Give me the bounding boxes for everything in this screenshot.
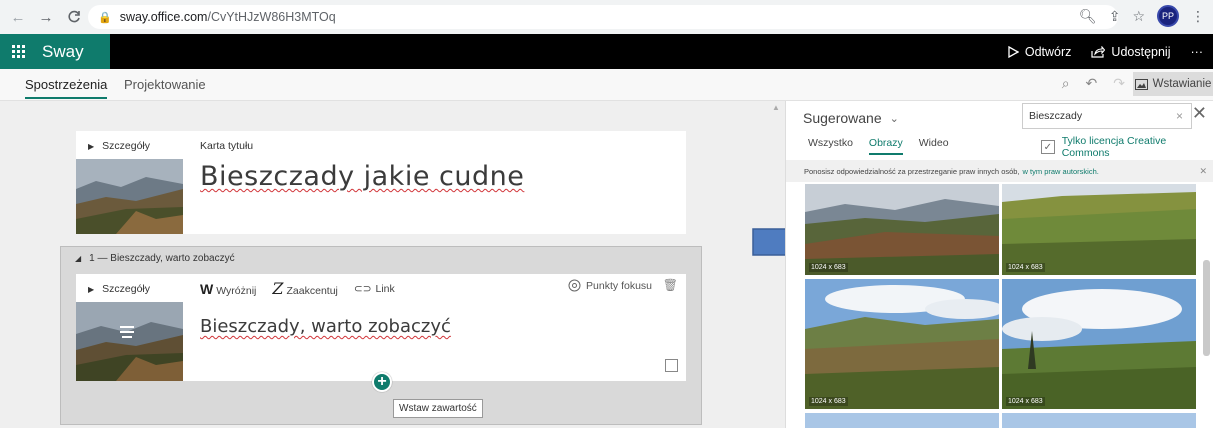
heading-card-title[interactable]: Bieszczady, warto zobaczyć xyxy=(200,316,451,337)
share-icon xyxy=(1091,45,1106,58)
tab-insights[interactable]: Spostrzeżenia xyxy=(25,77,108,99)
image-result[interactable]: 1024 x 683 xyxy=(1002,184,1196,275)
notice-text: Ponosisz odpowiedzialność za przestrzega… xyxy=(804,166,1020,176)
play-button[interactable]: Odtwórz xyxy=(1007,44,1072,59)
ribbon-tabs: Spostrzeżenia Projektowanie ⌕ ↶ ↷ Wstawi… xyxy=(0,69,1213,101)
search-value: Bieszczady xyxy=(1029,110,1083,122)
focus-points-icon xyxy=(568,279,581,292)
back-arrow-icon[interactable]: ← xyxy=(6,5,30,29)
details-label: Szczegóły xyxy=(102,140,151,152)
title-card-thumbnail[interactable] xyxy=(76,159,183,234)
copyright-link[interactable]: w tym praw autorskich. xyxy=(1023,167,1099,176)
image-size-label: 1024 x 683 xyxy=(1006,263,1045,272)
filter-video[interactable]: Wideo xyxy=(919,137,949,155)
image-result[interactable]: 1024 x 683 xyxy=(1002,279,1196,409)
insert-panel: Sugerowane ⌄ Bieszczady × ✕ Wszystko Obr… xyxy=(785,101,1213,428)
image-size-label: 1024 x 683 xyxy=(809,397,848,406)
checkmark-icon: ✓ xyxy=(1041,140,1055,154)
image-size-label: 1024 x 683 xyxy=(1006,397,1045,406)
app-launcher-icon[interactable] xyxy=(0,34,36,69)
link-icon: ⊂⊃ xyxy=(353,282,372,295)
text-format-toolbar: W Wyróżnij Z Zaakcentuj ⊂⊃ Link xyxy=(200,279,395,298)
expand-triangle-icon: ▶ xyxy=(88,284,95,294)
tab-design[interactable]: Projektowanie xyxy=(124,77,206,92)
heading-card-thumbnail[interactable] xyxy=(76,302,183,381)
play-icon xyxy=(1008,45,1019,58)
title-card-details-toggle[interactable]: ▶ Szczegóły xyxy=(76,131,686,152)
cc-label: Tylko licencja Creative Commons xyxy=(1061,135,1167,159)
media-filter-tabs: Wszystko Obrazy Wideo xyxy=(808,137,949,155)
image-result[interactable]: 1024 x 683 xyxy=(805,184,999,275)
insert-content-tooltip: Wstaw zawartość xyxy=(393,399,483,418)
forward-arrow-icon[interactable]: → xyxy=(34,5,58,29)
expand-triangle-icon: ▶ xyxy=(88,141,95,151)
section-label: 1 — Bieszczady, warto zobaczyć xyxy=(89,253,235,264)
title-card[interactable]: ▶ Szczegóły Karta tytułu Bieszczady jaki… xyxy=(76,131,686,234)
search-icon[interactable]: ⌕ xyxy=(1062,75,1070,92)
accent-button[interactable]: Z Zaakcentuj xyxy=(272,279,338,298)
play-label: Odtwórz xyxy=(1024,44,1072,59)
panel-scrollbar[interactable] xyxy=(1203,260,1210,356)
image-result[interactable] xyxy=(1002,413,1196,428)
focus-points-button[interactable]: Punkty fokusu xyxy=(568,279,652,292)
heading-card[interactable]: ▶ Szczegóły W Wyróżnij Z Zaakcentuj ⊂⊃ Link… xyxy=(76,274,686,381)
app-header: Sway Odtwórz Udostępnij ··· xyxy=(0,34,1213,69)
star-icon[interactable]: ☆ xyxy=(1132,8,1145,25)
lock-icon: 🔒 xyxy=(98,11,112,24)
share-button[interactable]: Udostępnij xyxy=(1091,44,1171,59)
insert-button[interactable]: Wstawianie xyxy=(1133,72,1213,96)
suggested-dropdown[interactable]: Sugerowane ⌄ xyxy=(803,110,899,126)
insert-label: Wstawianie xyxy=(1152,78,1212,90)
clear-search-icon[interactable]: × xyxy=(1176,109,1183,123)
link-button[interactable]: ⊂⊃ Link xyxy=(354,283,395,295)
sway-title[interactable]: Bieszczady jakie cudne xyxy=(200,161,524,192)
url-host: sway.office.com xyxy=(119,10,208,24)
copyright-notice: Ponosisz odpowiedzialność za przestrzega… xyxy=(786,160,1213,182)
section-header[interactable]: ◢ 1 — Bieszczady, warto zobaczyć xyxy=(75,253,235,264)
reload-icon[interactable] xyxy=(62,5,86,29)
focus-points-label: Punkty fokusu xyxy=(586,279,652,292)
more-options-icon[interactable]: ··· xyxy=(1191,45,1204,59)
details-label: Szczegóły xyxy=(102,283,151,295)
add-content-button[interactable]: + xyxy=(372,372,392,392)
share-page-icon[interactable]: ⇪ xyxy=(1109,8,1121,25)
scroll-up-icon[interactable]: ▲ xyxy=(772,103,780,112)
undo-icon[interactable]: ↶ xyxy=(1086,75,1098,92)
emphasize-button[interactable]: W Wyróżnij xyxy=(200,281,256,297)
browser-toolbar: ← → 🔒 sway.office.com/CvYtHJzW86H3MTOq 🔍… xyxy=(0,0,1213,34)
panel-heading: Sugerowane xyxy=(803,110,882,126)
image-result[interactable]: 1024 x 683 xyxy=(805,279,999,409)
address-bar[interactable]: 🔒 sway.office.com/CvYtHJzW86H3MTOq xyxy=(88,5,1118,29)
filter-images[interactable]: Obrazy xyxy=(868,137,903,155)
image-result[interactable] xyxy=(805,413,999,428)
close-panel-icon[interactable]: ✕ xyxy=(1192,103,1207,124)
filter-all[interactable]: Wszystko xyxy=(808,137,853,155)
zoom-icon[interactable]: 🔍︎ xyxy=(1079,8,1097,25)
profile-avatar[interactable]: PP xyxy=(1157,5,1179,27)
card-checkbox[interactable] xyxy=(665,359,678,372)
app-name[interactable]: Sway xyxy=(36,34,110,69)
image-icon xyxy=(1134,78,1148,90)
search-input[interactable]: Bieszczady × xyxy=(1022,103,1192,129)
trash-icon[interactable]: 🗑 xyxy=(663,278,678,292)
close-notice-icon[interactable]: ✕ xyxy=(1199,166,1207,177)
redo-icon[interactable]: ↷ xyxy=(1113,75,1125,92)
creative-commons-checkbox[interactable]: ✓ Tylko licencja Creative Commons xyxy=(1041,135,1213,159)
collapse-triangle-icon: ◢ xyxy=(75,254,82,263)
share-label: Udostępnij xyxy=(1111,44,1171,59)
url-path: /CvYtHJzW86H3MTOq xyxy=(207,10,336,24)
image-size-label: 1024 x 683 xyxy=(809,263,848,272)
browser-menu-icon[interactable]: ⋮ xyxy=(1191,8,1205,25)
chevron-down-icon: ⌄ xyxy=(889,112,899,125)
card-type-label: Karta tytułu xyxy=(200,140,254,152)
